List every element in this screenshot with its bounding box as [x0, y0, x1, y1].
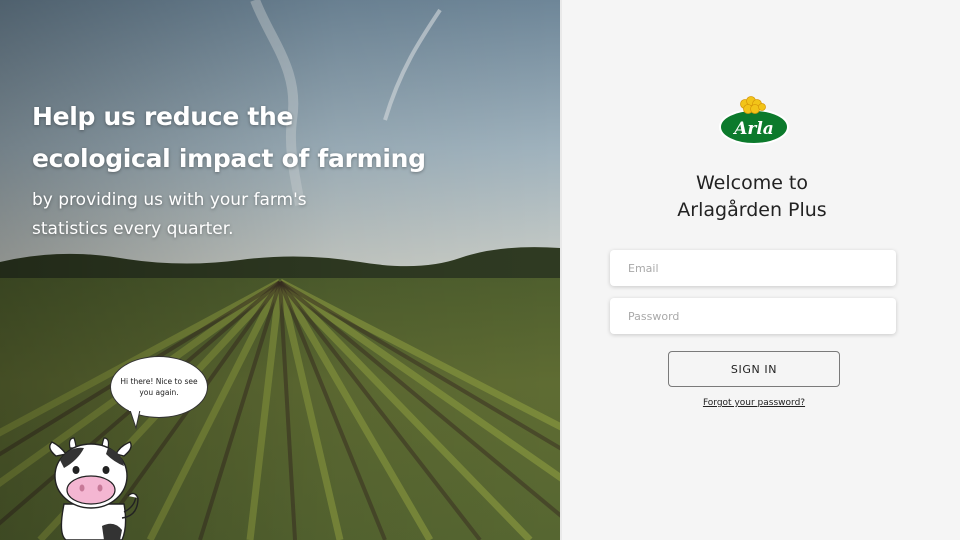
- hero-title: Help us reduce the ecological impact of …: [32, 96, 532, 180]
- welcome-heading: Welcome to Arlagården Plus: [562, 170, 942, 224]
- login-panel: Arla Welcome to Arlagården Plus SIGN IN …: [560, 0, 960, 540]
- speech-bubble: Hi there! Nice to see you again.: [110, 356, 208, 418]
- arla-logo-icon: Arla: [719, 96, 789, 145]
- sign-in-button[interactable]: SIGN IN: [668, 351, 840, 387]
- hero-copy: Help us reduce the ecological impact of …: [32, 96, 532, 244]
- cow-mascot-icon: [49, 437, 139, 540]
- speech-bubble-tail: [129, 410, 141, 430]
- welcome-line2: Arlagården Plus: [677, 199, 827, 221]
- email-field[interactable]: [610, 250, 896, 286]
- speech-bubble-text: Hi there! Nice to see you again.: [120, 377, 198, 397]
- hero-subtitle: by providing us with your farm's statist…: [32, 190, 307, 239]
- logo-text: Arla: [732, 119, 774, 139]
- password-field[interactable]: [610, 298, 896, 334]
- hero-title-line2: ecological impact of farming: [32, 144, 426, 173]
- forgot-password-link[interactable]: Forgot your password?: [562, 398, 946, 408]
- hero-title-line1: Help us reduce the: [32, 102, 294, 131]
- hero-panel: Help us reduce the ecological impact of …: [0, 0, 560, 540]
- welcome-line1: Welcome to: [695, 172, 809, 194]
